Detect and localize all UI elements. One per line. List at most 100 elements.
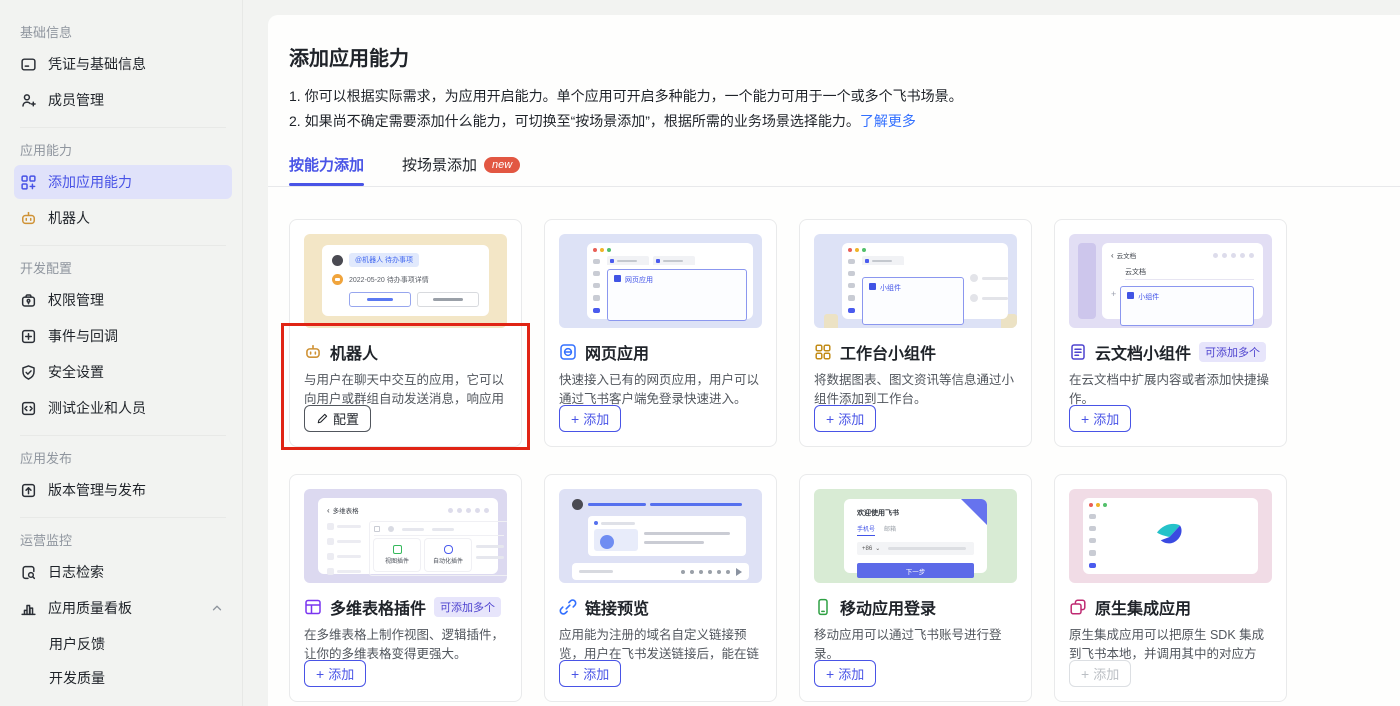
table-mockup: ‹多维表格 视图插件 自动化插件 — [318, 498, 498, 574]
docs-widget-icon — [1069, 343, 1087, 361]
sidebar-item-add-capability[interactable]: 添加应用能力 — [14, 165, 232, 199]
card-title: 工作台小组件 — [840, 340, 936, 364]
tab-by-capability[interactable]: 按能力添加 — [289, 154, 364, 186]
card-bitable-plugin[interactable]: ‹多维表格 视图插件 自动化插件 — [289, 474, 522, 702]
add-button-disabled[interactable]: +添加 — [1069, 660, 1131, 687]
login-mockup: 欢迎使用飞书 手机号邮箱 +86⌄ 下一步 — [844, 499, 987, 573]
sidebar-item-label: 事件与回调 — [48, 326, 118, 346]
sidebar-item-label: 机器人 — [48, 208, 90, 228]
add-button[interactable]: +添加 — [814, 405, 876, 432]
card-preview-link — [559, 489, 762, 583]
add-button[interactable]: +添加 — [814, 660, 876, 687]
page-title: 添加应用能力 — [289, 42, 1400, 71]
sidebar-section-header: 运营监控 — [20, 530, 232, 549]
native-app-icon — [1069, 598, 1087, 616]
sidebar-item-quality-dashboard[interactable]: 应用质量看板 — [14, 591, 232, 625]
window-mockup: 小组件 — [842, 243, 1008, 319]
card-description: 将数据图表、图文资讯等信息通过小组件添加到工作台。 — [814, 371, 1017, 405]
plus-icon: + — [571, 412, 579, 426]
sidebar-section-header: 基础信息 — [20, 22, 232, 41]
chevron-up-icon[interactable] — [210, 601, 224, 615]
back-icon: ‹ — [1111, 251, 1114, 260]
card-preview-web-app: 网页应用 — [559, 234, 762, 328]
capability-grid: @机器人 待办事项 2022-05-20 待办事项详情 机器人 与用户在聊天中交… — [289, 219, 1400, 702]
new-badge: new — [484, 157, 520, 173]
permission-lock-icon — [20, 292, 37, 309]
divider — [20, 435, 226, 436]
card-description: 在多维表格上制作视图、逻辑插件，让你的多维表格变得更强大。 — [304, 626, 507, 660]
plus-icon: + — [1081, 667, 1089, 681]
card-description: 与用户在聊天中交互的应用，它可以向用户或群组自动发送消息，响应用户的消… — [304, 371, 507, 405]
member-add-icon — [20, 92, 37, 109]
bitable-icon — [304, 598, 322, 616]
sidebar-item-label: 添加应用能力 — [48, 172, 132, 192]
credential-icon — [20, 56, 37, 73]
sidebar-item-security[interactable]: 安全设置 — [14, 355, 232, 389]
add-button[interactable]: +添加 — [1069, 405, 1131, 432]
robot-avatar-icon — [332, 274, 343, 285]
card-bot[interactable]: @机器人 待办事项 2022-05-20 待办事项详情 机器人 与用户在聊天中交… — [289, 219, 522, 447]
sidebar-item-test-enterprise[interactable]: 测试企业和人员 — [14, 391, 232, 425]
card-link-preview[interactable]: 链接预览 应用能为注册的域名自定义链接预览，用户在飞书发送链接后，能在链接下方展… — [544, 474, 777, 702]
divider — [20, 127, 226, 128]
sidebar-subitem-dev-quality[interactable]: 开发质量 — [14, 661, 232, 695]
traffic-lights-icon — [1089, 503, 1252, 507]
plus-icon: + — [316, 667, 324, 681]
intro-line-2: 2. 如果尚不确定需要添加什么能力，可切换至“按场景添加”，根据所需的业务场景选… — [289, 109, 1400, 134]
card-title: 移动应用登录 — [840, 595, 936, 619]
plus-icon: + — [826, 667, 834, 681]
sidebar-item-members[interactable]: 成员管理 — [14, 83, 232, 117]
intro-text: 1. 你可以根据实际需求，为应用开启能力。单个应用可开启多种能力，一个能力可用于… — [289, 84, 1400, 134]
sidebar-item-credentials[interactable]: 凭证与基础信息 — [14, 47, 232, 81]
sidebar-item-permissions[interactable]: 权限管理 — [14, 283, 232, 317]
security-shield-icon — [20, 364, 37, 381]
web-app-icon — [559, 343, 577, 361]
add-button[interactable]: +添加 — [559, 405, 621, 432]
avatar — [572, 499, 583, 510]
plus-icon: + — [1111, 290, 1116, 299]
learn-more-link[interactable]: 了解更多 — [860, 113, 916, 129]
sidebar-subitem-user-feedback[interactable]: 用户反馈 — [14, 627, 232, 661]
add-button[interactable]: +添加 — [559, 660, 621, 687]
back-icon: ‹ — [327, 506, 330, 515]
sidebar-item-label: 日志检索 — [48, 562, 104, 582]
card-web-app[interactable]: 网页应用 网页应用 快速接入已有的网页应用，用户可以通过飞书客户端免登录快速进入… — [544, 219, 777, 447]
divider — [268, 186, 1400, 187]
configure-button[interactable]: 配置 — [304, 405, 371, 432]
sidebar-item-label: 权限管理 — [48, 290, 104, 310]
card-preview-docs-widget: ‹云文档 云文档 + 小组件 — [1069, 234, 1272, 328]
event-callback-icon — [20, 328, 37, 345]
card-native-app[interactable]: 原生集成应用 原生集成应用可以把原生 SDK 集成到飞书本地，并调用其中的对应方… — [1054, 474, 1287, 702]
window-mockup: 网页应用 — [587, 243, 753, 319]
send-icon — [736, 568, 742, 576]
intro-line-1: 1. 你可以根据实际需求，为应用开启能力。单个应用可开启多种能力，一个能力可用于… — [289, 84, 1400, 109]
sidebar-item-events[interactable]: 事件与回调 — [14, 319, 232, 353]
sidebar-section-header: 应用发布 — [20, 448, 232, 467]
card-preview-native-app — [1069, 489, 1272, 583]
sidebar-section-header: 应用能力 — [20, 140, 232, 159]
multi-add-badge: 可添加多个 — [434, 597, 501, 617]
multi-add-badge: 可添加多个 — [1199, 342, 1266, 362]
chevron-down-icon: ⌄ — [875, 545, 880, 552]
tab-by-scenario[interactable]: 按场景添加 new — [402, 154, 520, 186]
card-title: 网页应用 — [585, 340, 649, 364]
card-docs-widget[interactable]: ‹云文档 云文档 + 小组件 云文档小组件 可添加多个 在云文档中扩展内容或者添… — [1054, 219, 1287, 447]
add-button[interactable]: +添加 — [304, 660, 366, 687]
sidebar-item-log-search[interactable]: 日志检索 — [14, 555, 232, 589]
sidebar-item-label: 凭证与基础信息 — [48, 54, 146, 74]
card-workplace-widget[interactable]: 小组件 工作台小组件 将数据图表、图文资讯等信息通过小组件添加到工作台。 +添加 — [799, 219, 1032, 447]
chat-mockup: @机器人 待办事项 2022-05-20 待办事项详情 — [322, 245, 489, 316]
sidebar-item-label: 成员管理 — [48, 90, 104, 110]
card-mobile-login[interactable]: 欢迎使用飞书 手机号邮箱 +86⌄ 下一步 移动应用登录 移动应用可以通过飞书账… — [799, 474, 1032, 702]
divider — [20, 245, 226, 246]
card-title: 原生集成应用 — [1095, 595, 1191, 619]
avatar — [332, 255, 343, 266]
mobile-login-icon — [814, 598, 832, 616]
log-search-icon — [20, 564, 37, 581]
sidebar-item-bot[interactable]: 机器人 — [14, 201, 232, 235]
card-title: 多维表格插件 — [330, 595, 426, 619]
sidebar-item-label: 应用质量看板 — [48, 598, 132, 618]
plus-icon: + — [571, 667, 579, 681]
sidebar-item-version-publish[interactable]: 版本管理与发布 — [14, 473, 232, 507]
sidebar-section-header: 开发配置 — [20, 258, 232, 277]
